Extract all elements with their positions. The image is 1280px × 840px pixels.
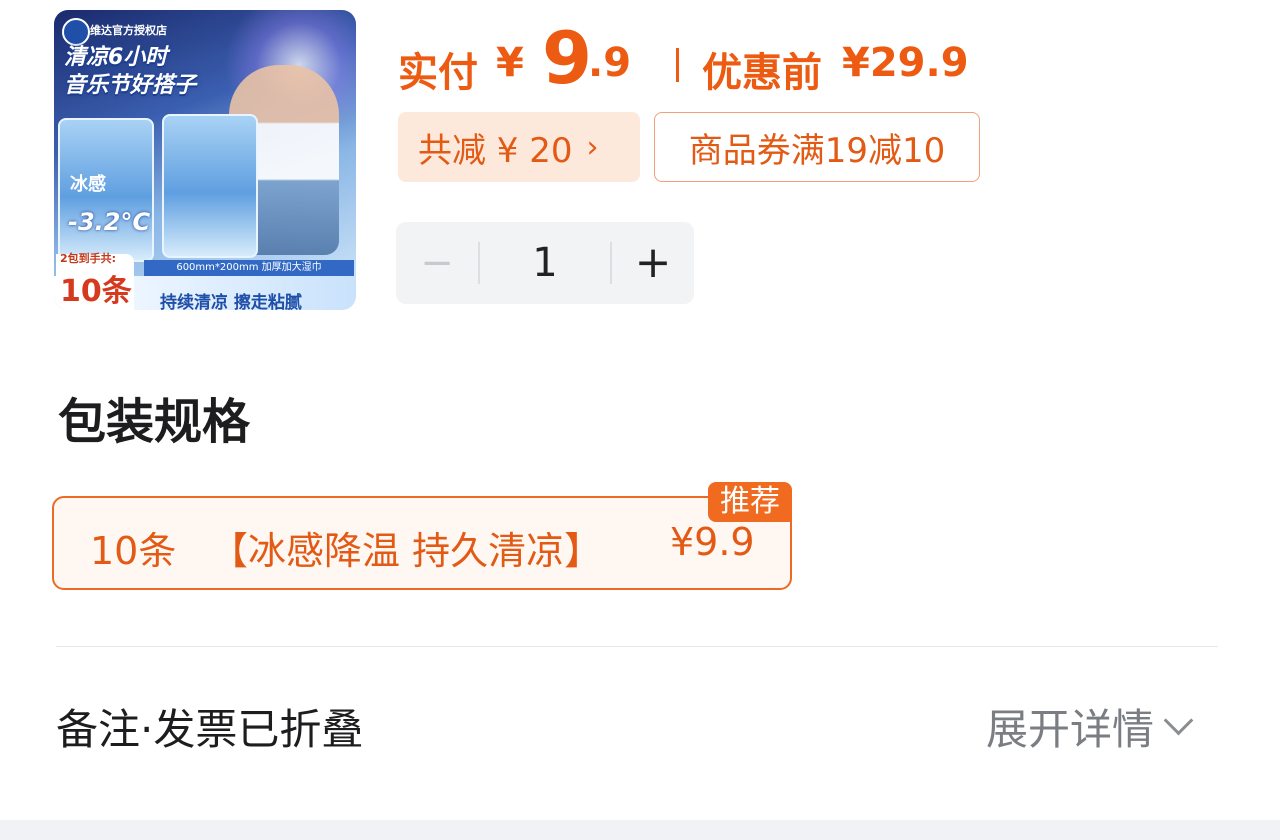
recommended-badge: 推荐 [708,482,792,522]
coupon-chip[interactable]: 商品券满19减10 [654,112,980,182]
chevron-down-icon [1163,705,1194,736]
price-decimal: .9 [588,40,632,86]
count-value: 10条 [60,274,132,309]
size-strip: 600mm*200mm 加厚加大湿巾 [144,260,354,276]
brand-logo-icon [62,18,90,46]
expand-details-button[interactable]: 展开详情 [986,696,1194,757]
image-headline: 清凉6小时 音乐节好搭子 [64,45,197,98]
coupon-label: 商品券满19减10 [688,130,946,171]
image-slogan: 持续清凉 擦走粘腻 [160,293,302,310]
price-integer: 9 [542,16,592,100]
option-price: ¥9.9 [670,520,755,564]
bottom-band [0,820,1280,840]
original-price-label: 优惠前 [702,50,822,96]
shop-name: 维达官方授权店 [90,24,167,37]
expand-details-label: 展开详情 [986,705,1155,754]
total-discount-chip[interactable]: 共减 ¥ 20 › [398,112,640,182]
quantity-stepper: − 1 + [396,222,694,304]
price-separator [676,48,679,82]
product-thumbnail[interactable]: 维达官方授权店 清凉6小时 音乐节好搭子 冰感 -3.2°C 600mm*200… [54,10,356,310]
decrement-button[interactable]: − [396,222,478,304]
option-description: 【冰感降温 持久清凉】 [210,529,603,573]
count-caption: 2包到手共: [60,252,117,265]
option-count: 10条 [90,529,177,573]
pack-title: 冰感 [70,174,106,195]
spec-option[interactable]: 10条 【冰感降温 持久清凉】 ¥9.9 推荐 [52,482,792,590]
product-pack-image [162,114,258,258]
original-price-value: ¥29.9 [842,40,969,86]
increment-button[interactable]: + [612,222,694,304]
pay-label: 实付 [398,50,478,96]
quantity-value[interactable]: 1 [480,222,610,304]
spec-section-title: 包装规格 [58,394,251,450]
chevron-right-icon: › [586,129,599,165]
note-invoice-collapsed-label: 备注·发票已折叠 [56,705,364,754]
currency-symbol: ¥ [496,40,524,86]
section-divider [56,646,1218,647]
total-discount-label: 共减 ¥ 20 [418,130,573,171]
temperature-label: -3.2°C [68,208,151,236]
